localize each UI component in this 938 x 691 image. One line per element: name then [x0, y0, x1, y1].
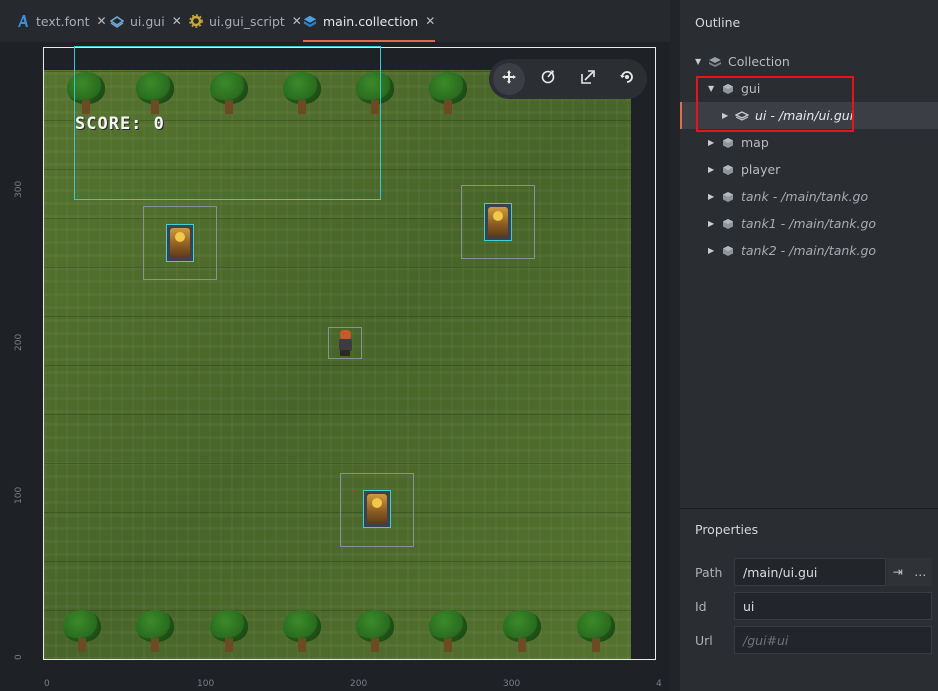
scale-tool-icon [580, 69, 596, 89]
outline-item-player[interactable]: ▶ player [680, 156, 938, 183]
horizontal-ruler: 0 100 200 300 4 [30, 677, 670, 691]
tab-label: ui.gui [130, 13, 165, 29]
game-object-icon [720, 217, 736, 231]
gui-icon [110, 14, 124, 28]
game-object-icon [720, 163, 736, 177]
tab-main-collection[interactable]: main.collection ✕ [303, 0, 436, 42]
game-object-icon [720, 136, 736, 150]
font-icon [16, 14, 30, 28]
editor-tab-bar: text.font ✕ ui.gui ✕ ui.gui_script ✕ mai… [0, 0, 670, 42]
path-field[interactable]: /main/ui.gui [734, 558, 886, 586]
outline-title: Outline [695, 15, 741, 30]
ruler-tick: 4 [656, 679, 662, 689]
url-field[interactable]: /gui#ui [734, 626, 932, 654]
rotate-tool-button[interactable] [533, 63, 565, 95]
tab-label: ui.gui_script [209, 13, 285, 29]
score-label: SCORE: 0 [75, 114, 165, 134]
outline-item-label: player [741, 162, 781, 177]
outline-item-label: tank2 - /main/tank.go [741, 243, 877, 258]
camera-reset-icon [619, 69, 635, 89]
outline-item-label: tank - /main/tank.go [741, 189, 869, 204]
move-tool-icon [501, 69, 517, 89]
tank1-sprite[interactable] [484, 203, 512, 241]
collapse-triangle-icon[interactable]: ▶ [708, 192, 720, 201]
ruler-tick: 0 [14, 654, 24, 660]
close-icon[interactable]: ✕ [97, 14, 107, 28]
ruler-tick: 200 [14, 333, 24, 351]
annotation-highlight-box [696, 76, 854, 132]
collapse-triangle-icon[interactable]: ▶ [708, 165, 720, 174]
player-sprite[interactable] [336, 330, 354, 356]
collapse-triangle-icon[interactable]: ▶ [708, 138, 720, 147]
ruler-tick: 300 [14, 180, 24, 198]
ruler-tick: 100 [14, 486, 24, 504]
outline-item-label: tank1 - /main/tank.go [741, 216, 877, 231]
tab-label: text.font [36, 13, 90, 29]
expand-triangle-icon[interactable]: ▼ [695, 57, 707, 66]
tank-sprite[interactable] [166, 224, 194, 262]
path-label: Path [695, 565, 723, 580]
game-object-icon [720, 190, 736, 204]
outline-item-label: Collection [728, 54, 790, 69]
tab-text-font[interactable]: text.font ✕ [16, 0, 107, 42]
outline-item-label: map [741, 135, 769, 150]
ruler-tick: 200 [350, 679, 368, 689]
id-label: Id [695, 599, 707, 614]
tab-label: main.collection [323, 13, 419, 29]
collection-icon [707, 55, 723, 69]
outline-item-tank1[interactable]: ▶ tank1 - /main/tank.go [680, 210, 938, 237]
outline-item-tank2[interactable]: ▶ tank2 - /main/tank.go [680, 237, 938, 264]
outline-item-tank[interactable]: ▶ tank - /main/tank.go [680, 183, 938, 210]
camera-reset-button[interactable] [612, 63, 644, 95]
properties-separator [680, 508, 938, 509]
script-gear-icon [189, 14, 203, 28]
close-icon[interactable]: ✕ [292, 14, 302, 28]
ruler-tick: 0 [44, 679, 50, 689]
panel-divider[interactable] [670, 0, 680, 691]
outline-item-collection[interactable]: ▼ Collection [680, 48, 938, 75]
collection-icon [303, 14, 317, 28]
ruler-tick: 300 [503, 679, 521, 689]
collapse-triangle-icon[interactable]: ▶ [708, 246, 720, 255]
collapse-triangle-icon[interactable]: ▶ [708, 219, 720, 228]
path-field-buttons: ⇥ … [887, 558, 932, 586]
vertical-ruler: 300 200 100 0 [10, 42, 28, 687]
ruler-tick: 100 [197, 679, 215, 689]
tab-ui-gui[interactable]: ui.gui ✕ [110, 0, 182, 42]
properties-title: Properties [695, 522, 759, 537]
game-object-icon [720, 244, 736, 258]
outline-item-map[interactable]: ▶ map [680, 129, 938, 156]
scene-viewport[interactable]: 300 200 100 0 0 100 200 300 4 SCORE: 0 [0, 42, 670, 691]
id-field[interactable]: ui [734, 592, 932, 620]
goto-file-icon[interactable]: ⇥ [893, 565, 903, 579]
url-label: Url [695, 633, 713, 648]
close-icon[interactable]: ✕ [425, 14, 435, 28]
scale-tool-button[interactable] [572, 63, 604, 95]
tank2-sprite[interactable] [363, 490, 391, 528]
manipulator-toolbar [489, 59, 647, 99]
browse-more-icon[interactable]: … [914, 565, 926, 579]
tab-ui-gui-script[interactable]: ui.gui_script ✕ [189, 0, 302, 42]
close-icon[interactable]: ✕ [172, 14, 182, 28]
rotate-tool-icon [540, 69, 556, 89]
move-tool-button[interactable] [493, 63, 525, 95]
